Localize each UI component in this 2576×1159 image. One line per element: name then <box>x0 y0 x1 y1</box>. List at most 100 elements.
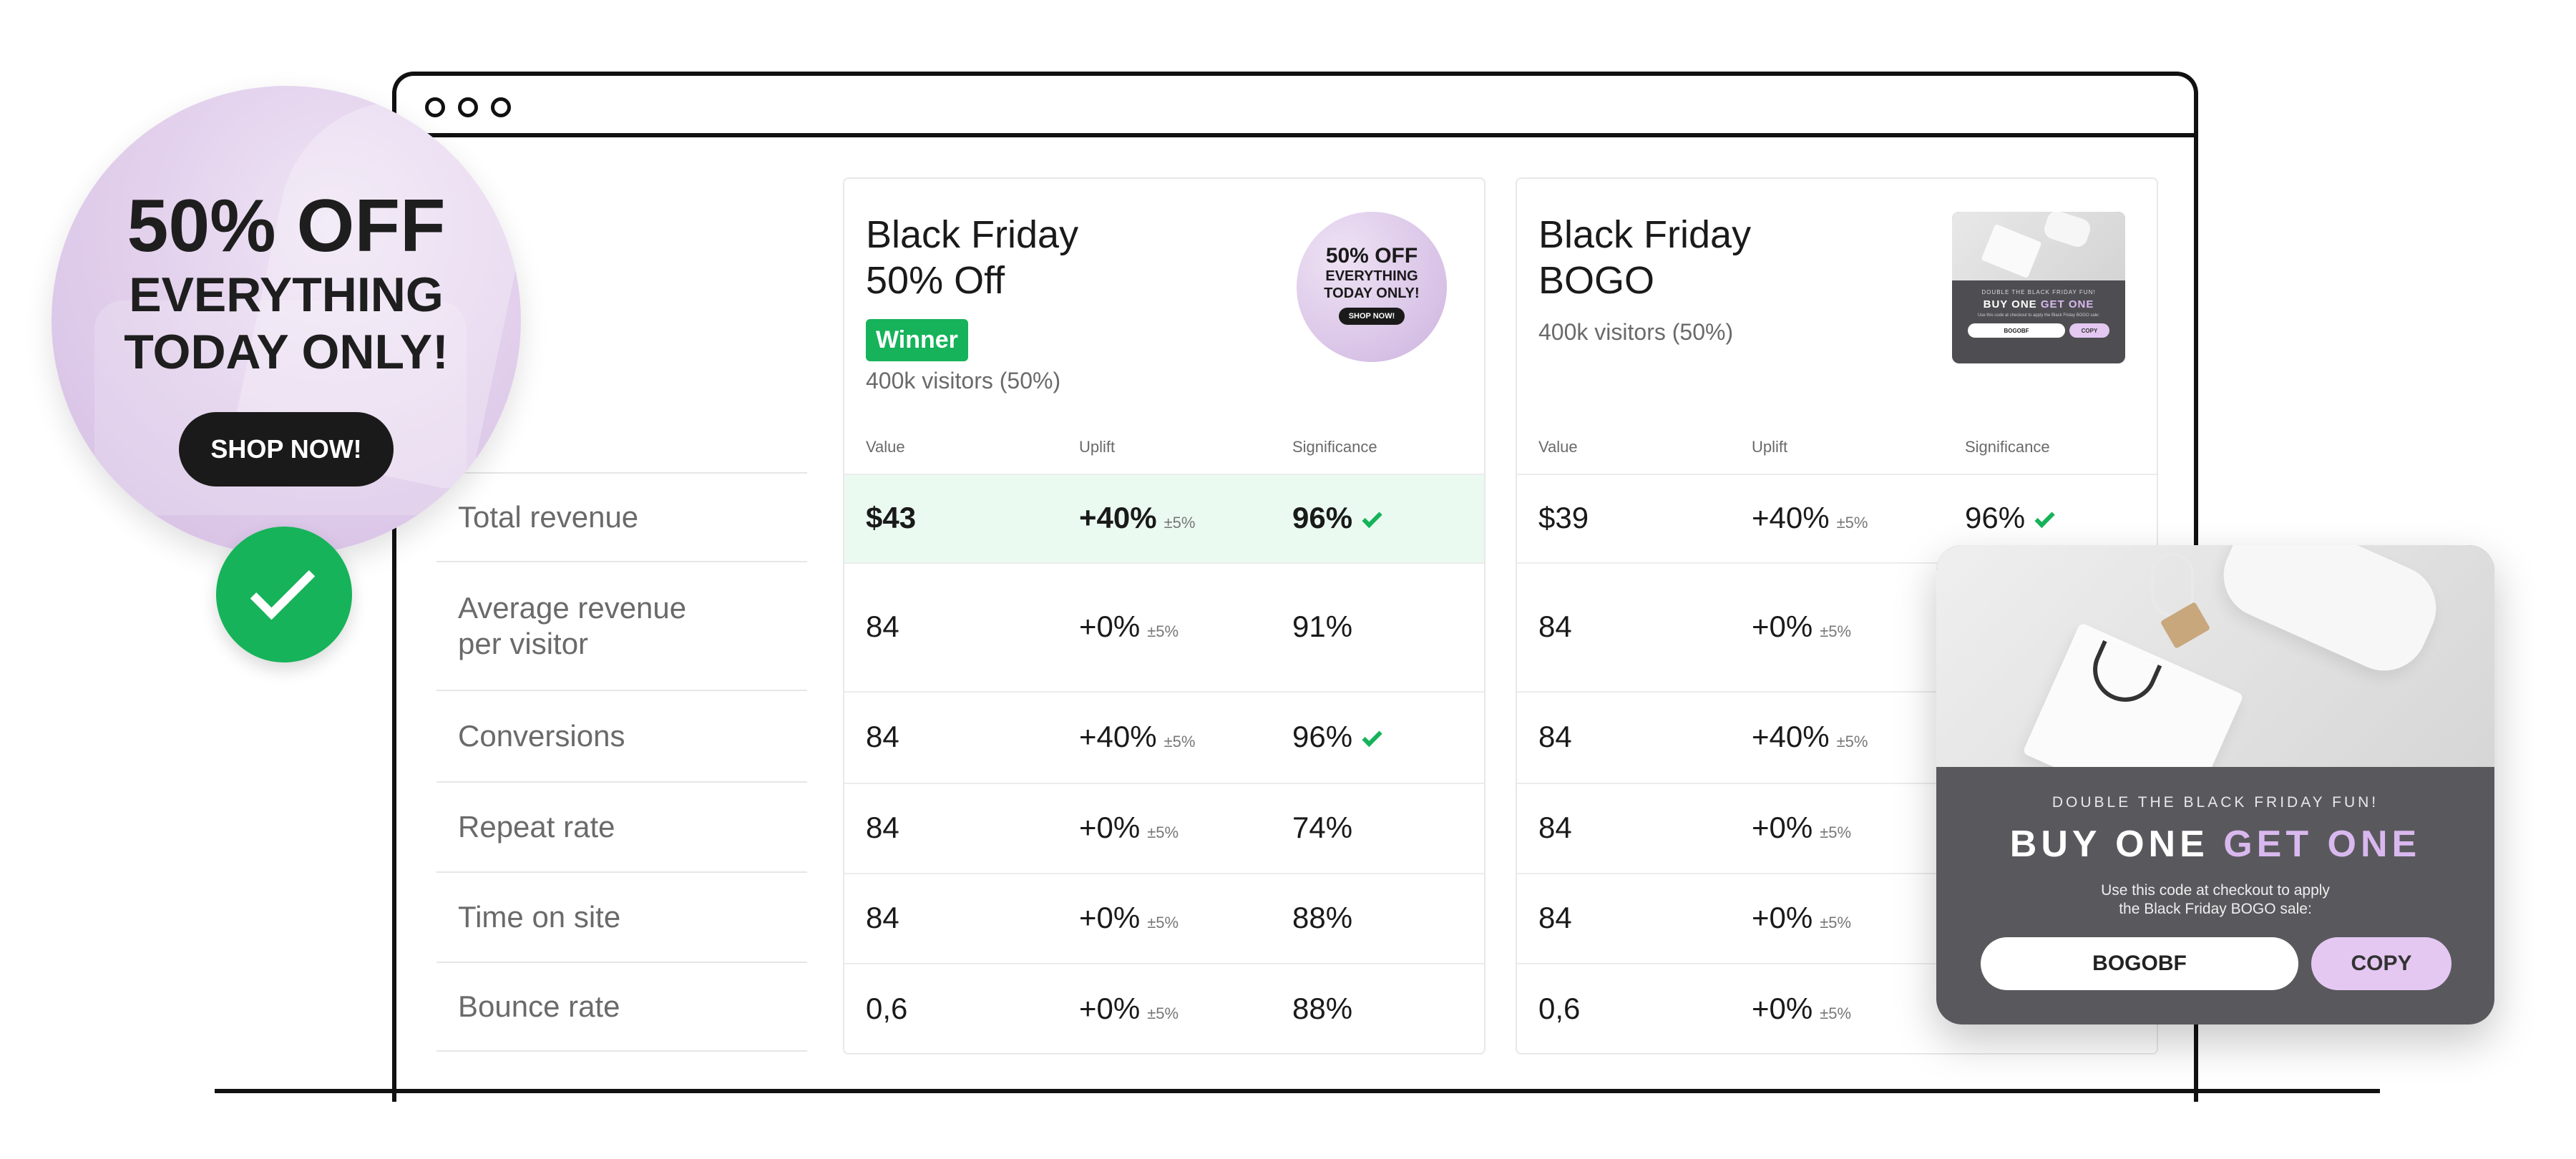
popup-subtitle: DOUBLE THE BLACK FRIDAY FUN! <box>2051 794 2379 811</box>
thumb-copy: COPY <box>2069 323 2109 338</box>
thumb-head-a: BUY ONE <box>1983 298 2037 310</box>
metric-value: 84 <box>1538 811 1572 844</box>
uplift-value: +0% <box>1752 610 1813 643</box>
row-label-total-revenue: Total revenue <box>436 472 807 561</box>
col-head-uplift: Uplift <box>1079 438 1116 456</box>
thumb-head-b: GET ONE <box>2040 298 2094 310</box>
metric-value: 0,6 <box>1538 992 1581 1025</box>
browser-titlebar <box>396 76 2194 137</box>
metric-uplift: +0% ±5% <box>1079 901 1179 935</box>
variant-title: Black Friday 50% Off <box>866 212 1078 303</box>
metric-row: 0,6 +0% ±5% 88% <box>844 963 1484 1053</box>
uplift-value: +0% <box>1079 901 1141 934</box>
metric-significance: 88% <box>1292 992 1352 1026</box>
uplift-margin: ±5% <box>1820 622 1852 640</box>
metric-row: 84 +0% ±5% 91% <box>844 562 1484 691</box>
variant-title-line2: BOGO <box>1538 259 1655 302</box>
thumb-code: BOGOBF <box>1968 323 2065 338</box>
metric-uplift: +40% ±5% <box>1079 720 1195 754</box>
bogo-popup: DOUBLE THE BLACK FRIDAY FUN! BUY ONE GET… <box>1936 545 2494 1024</box>
metric-value: 84 <box>866 901 899 934</box>
metric-uplift: +0% ±5% <box>1079 992 1179 1026</box>
uplift-margin: ±5% <box>1147 823 1179 841</box>
metric-value: 84 <box>866 720 899 753</box>
significance-value: 74% <box>1292 811 1353 844</box>
metric-uplift: +40% ±5% <box>1079 501 1195 535</box>
variant-title: Black Friday BOGO <box>1538 212 1751 303</box>
promo-code-field[interactable]: BOGOBF <box>1981 937 2298 990</box>
check-icon <box>1362 726 1382 748</box>
uplift-value: +40% <box>1752 501 1830 534</box>
window-control-dot[interactable] <box>458 97 478 117</box>
uplift-margin: ±5% <box>1836 514 1868 532</box>
promo-circle-preview: 50% OFF EVERYTHING TODAY ONLY! SHOP NOW! <box>52 86 521 555</box>
visitors-count: 400k visitors (50%) <box>1538 319 1734 345</box>
promo-line2: EVERYTHING <box>129 268 444 322</box>
uplift-value: +0% <box>1752 992 1813 1025</box>
product-image <box>1936 545 2494 767</box>
metric-significance: 91% <box>1292 610 1352 644</box>
metric-value: 84 <box>1538 720 1572 753</box>
metric-row: 84 +0% ±5% 88% <box>844 873 1484 963</box>
popup-headline-a: BUY ONE <box>2009 823 2209 865</box>
significance-value: 88% <box>1292 992 1353 1025</box>
visitors-count: 400k visitors (50%) <box>866 368 1061 393</box>
uplift-value: +40% <box>1752 720 1830 753</box>
metric-uplift: +0% ±5% <box>1752 901 1851 935</box>
row-label-time-on-site: Time on site <box>436 871 807 962</box>
metric-uplift: +0% ±5% <box>1752 811 1851 845</box>
promo-line3: TODAY ONLY! <box>124 325 449 379</box>
popup-description-line2: the Black Friday BOGO sale: <box>2119 901 2312 917</box>
variant-title-line2: 50% Off <box>866 259 1005 302</box>
metric-significance: 96% <box>1292 720 1382 754</box>
thumb-sub: DOUBLE THE BLACK FRIDAY FUN! <box>1981 289 2096 295</box>
checkmark-icon <box>216 527 352 662</box>
metric-uplift: +40% ±5% <box>1752 501 1868 535</box>
row-label-repeat-rate: Repeat rate <box>436 781 807 871</box>
significance-value: 88% <box>1292 901 1353 934</box>
copy-button[interactable]: COPY <box>2311 937 2451 990</box>
metric-value: 84 <box>1538 610 1572 643</box>
metric-uplift: +0% ±5% <box>1752 610 1851 644</box>
col-head-value: Value <box>1538 438 1578 456</box>
metric-significance: 88% <box>1292 901 1352 935</box>
metric-row: $43 +40% ±5% 96% <box>844 474 1484 562</box>
uplift-margin: ±5% <box>1836 733 1868 750</box>
metric-value: 0,6 <box>866 992 908 1025</box>
variant-card-50-off[interactable]: Black Friday 50% Off Winner 400k visitor… <box>843 177 1485 1055</box>
shop-now-button[interactable]: SHOP NOW! <box>179 412 394 486</box>
thumb-shop-button: SHOP NOW! <box>1338 308 1405 325</box>
window-control-dot[interactable] <box>491 97 511 117</box>
uplift-margin: ±5% <box>1820 823 1852 841</box>
uplift-margin: ±5% <box>1147 1004 1179 1022</box>
metric-value: $43 <box>866 501 917 534</box>
uplift-value: +0% <box>1079 811 1141 844</box>
col-head-significance: Significance <box>1965 438 2050 456</box>
thumb-headline: 50% OFF <box>1325 244 1418 268</box>
uplift-margin: ±5% <box>1820 914 1852 931</box>
popup-description: Use this code at checkout to apply the B… <box>1936 881 2494 919</box>
thumb-line3: TODAY ONLY! <box>1324 285 1420 301</box>
thumb-line2: EVERYTHING <box>1325 268 1418 284</box>
uplift-value: +40% <box>1079 501 1157 534</box>
popup-description-line1: Use this code at checkout to apply <box>2101 882 2330 899</box>
metric-uplift: +40% ±5% <box>1752 720 1868 754</box>
row-label-conversions: Conversions <box>436 690 807 781</box>
baseline-divider <box>215 1089 2380 1093</box>
metric-uplift: +0% ±5% <box>1079 610 1179 644</box>
variant-thumbnail-circle[interactable]: 50% OFF EVERYTHING TODAY ONLY! SHOP NOW! <box>1297 212 1447 362</box>
significance-value: 96% <box>1292 720 1353 753</box>
uplift-margin: ±5% <box>1147 914 1179 931</box>
uplift-value: +0% <box>1079 610 1141 643</box>
metric-significance: 96% <box>1292 501 1382 535</box>
significance-value: 96% <box>1292 501 1353 534</box>
metric-value: 84 <box>866 610 899 643</box>
uplift-value: +0% <box>1752 811 1813 844</box>
metric-row: 84 +0% ±5% 74% <box>844 783 1484 873</box>
metric-row: 84 +40% ±5% 96% <box>844 691 1484 783</box>
variant-thumbnail-popup[interactable]: DOUBLE THE BLACK FRIDAY FUN! BUY ONE GET… <box>1952 212 2125 363</box>
metric-value: 84 <box>1538 901 1572 934</box>
metric-uplift: +0% ±5% <box>1752 992 1851 1026</box>
thumb-product-image <box>1952 212 2125 280</box>
row-label-bounce-rate: Bounce rate <box>436 962 807 1052</box>
